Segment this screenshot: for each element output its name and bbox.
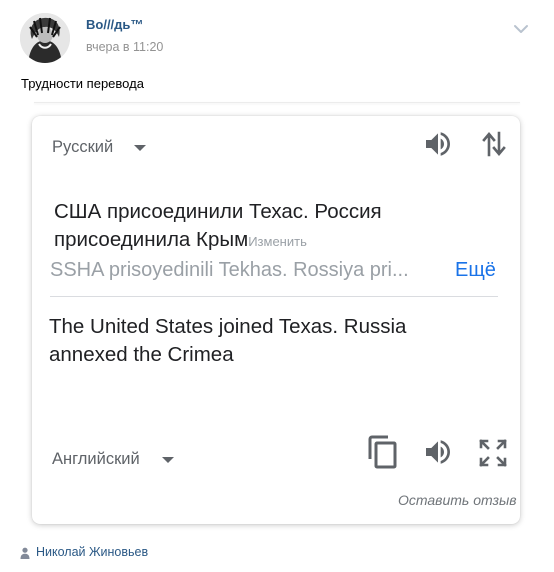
post-text: Трудности перевода — [21, 76, 144, 91]
speaker-icon[interactable] — [422, 128, 454, 160]
source-text-content: США присоединили Техас. Россия присоедин… — [54, 200, 382, 251]
feedback-link[interactable]: Оставить отзыв — [398, 492, 517, 508]
source-language-selector[interactable]: Русский — [52, 138, 113, 157]
person-icon — [20, 546, 30, 559]
post-signer[interactable]: Николай Жиновьев — [20, 545, 148, 559]
transliteration-text: SSHA prisoyedinili Tekhas. Rossiya pri..… — [50, 259, 409, 281]
target-language-selector[interactable]: Английский — [52, 450, 140, 469]
source-text[interactable]: США присоединили Техас. Россия присоедин… — [54, 198, 494, 256]
avatar-image — [20, 13, 70, 63]
caret-down-icon[interactable] — [162, 457, 174, 463]
translated-text: The United States joined Texas. Russia a… — [49, 315, 407, 366]
avatar[interactable] — [20, 13, 70, 63]
fullscreen-icon[interactable] — [478, 438, 508, 468]
speaker-icon[interactable] — [422, 436, 454, 468]
swap-languages-icon[interactable] — [481, 129, 507, 159]
signer-name[interactable]: Николай Жиновьев — [36, 545, 148, 559]
copy-icon[interactable] — [366, 434, 400, 470]
chevron-down-icon[interactable] — [512, 22, 530, 36]
author-name[interactable]: Во///дь™ — [86, 17, 143, 32]
section-divider — [50, 296, 498, 297]
caret-down-icon[interactable] — [134, 145, 146, 151]
divider-line — [34, 102, 520, 103]
more-link[interactable]: Ещё — [455, 259, 496, 282]
edit-link[interactable]: Изменить — [248, 234, 307, 249]
post: Во///дь™ вчера в 11:20 Трудности перевод… — [0, 0, 554, 572]
translator-card: Русский США присоединили Техас. Россия п… — [32, 116, 520, 524]
post-timestamp[interactable]: вчера в 11:20 — [86, 40, 163, 54]
